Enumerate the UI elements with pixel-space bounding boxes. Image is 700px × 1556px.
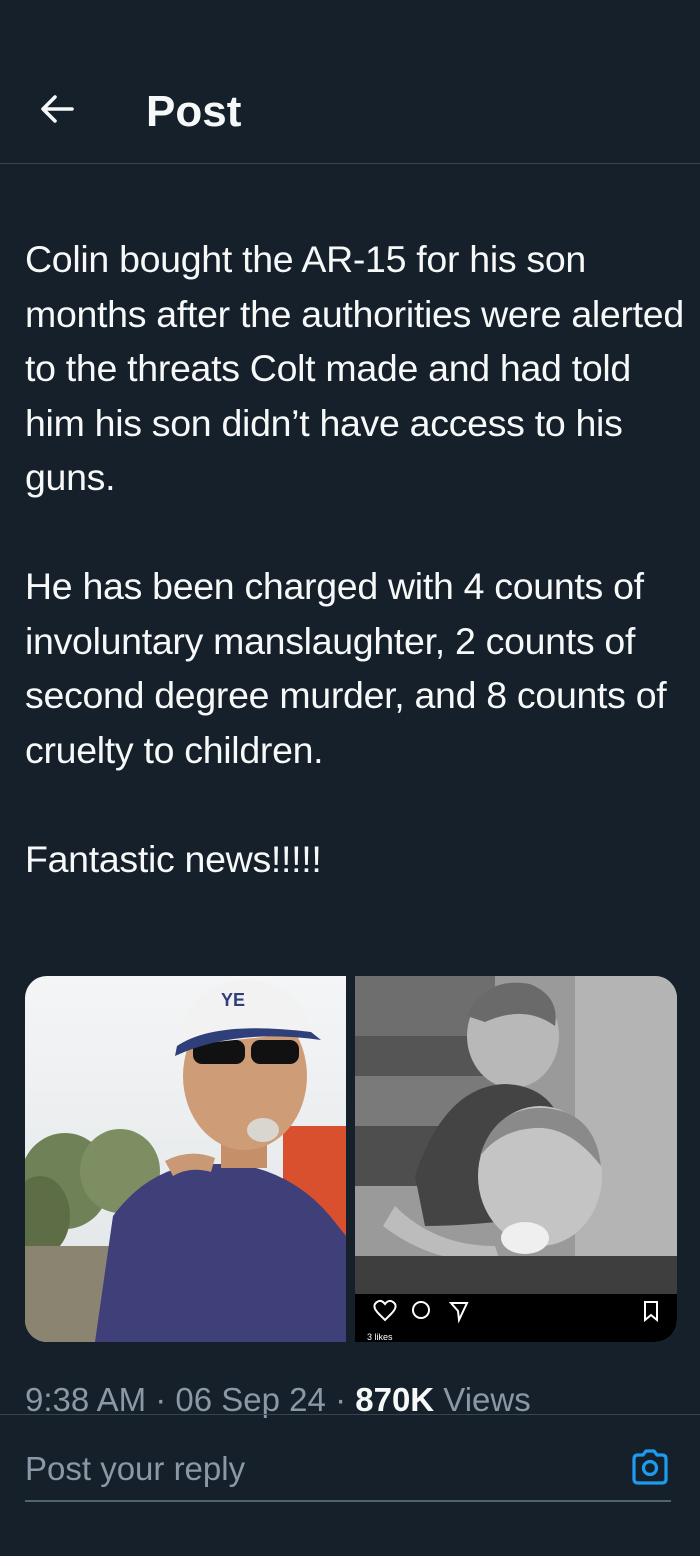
meta-separator: · (335, 1381, 347, 1418)
divider (0, 1414, 700, 1415)
post-date: 06 Sep 24 (175, 1381, 326, 1418)
views-link[interactable]: Views (443, 1381, 530, 1418)
svg-text:YE: YE (221, 990, 245, 1010)
page-title: Post (146, 87, 242, 136)
back-button[interactable] (36, 88, 78, 130)
post-meta: 9:38 AM · 06 Sep 24 · 870K Views (25, 1378, 531, 1422)
post-media: YE 3 likes (25, 976, 677, 1342)
camera-icon (632, 1449, 668, 1485)
camera-button[interactable] (629, 1446, 671, 1488)
post-text: Colin bought the AR-15 for his son month… (25, 238, 684, 880)
reply-bar (25, 1440, 671, 1502)
reply-input[interactable] (25, 1440, 605, 1498)
likes-text: 3 likes (367, 1332, 393, 1342)
photo-father-and-son[interactable]: 3 likes (355, 976, 677, 1342)
arrow-left-icon (41, 95, 74, 123)
post-time: 9:38 AM (25, 1381, 147, 1418)
views-count: 870K (355, 1381, 435, 1418)
meta-separator: · (155, 1381, 167, 1418)
app-header: Post (0, 0, 700, 164)
photo-man-with-cap[interactable]: YE (25, 976, 346, 1342)
